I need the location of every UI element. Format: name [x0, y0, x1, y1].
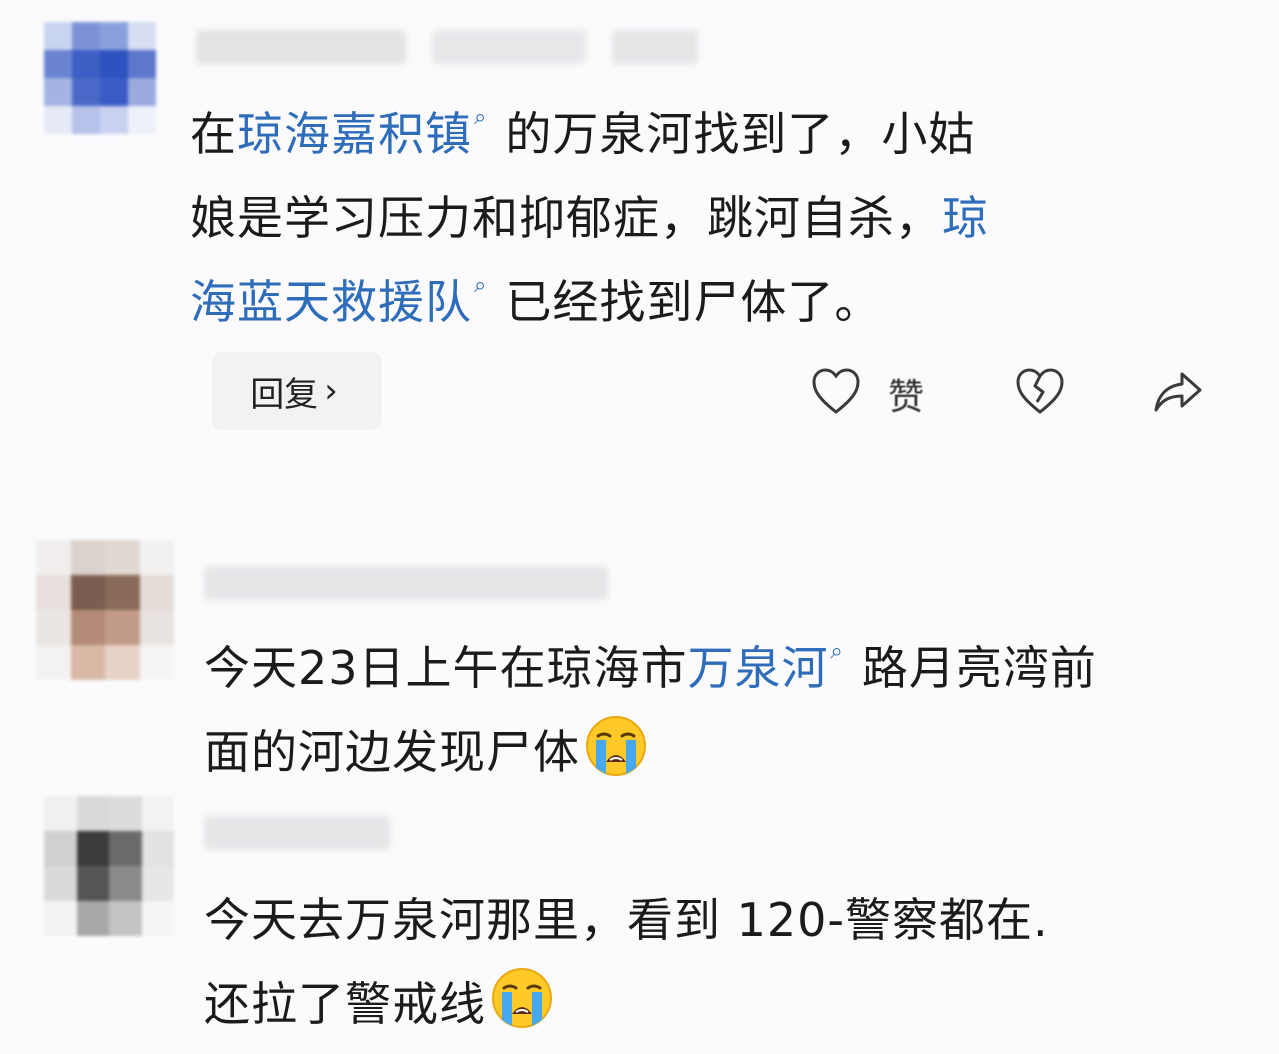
- text-segment: 的万泉河找到了，小姑: [505, 107, 976, 161]
- text-segment: 在: [190, 107, 237, 161]
- avatar[interactable]: [44, 796, 174, 936]
- avatar[interactable]: [44, 22, 156, 134]
- search-icon: ⌕: [474, 273, 488, 298]
- comment-2: 今天23日上午在琼海市万泉河⌕ 路月亮湾前 面的河边发现尸体: [0, 530, 1279, 810]
- topic-link[interactable]: 琼: [942, 191, 989, 245]
- text-segment: 已经找到尸体了。: [505, 275, 882, 329]
- comment-1: 在琼海嘉积镇⌕ 的万泉河找到了，小姑 娘是学习压力和抑郁症，跳河自杀，琼 海蓝天救…: [0, 0, 1279, 450]
- avatar[interactable]: [36, 540, 174, 680]
- heart-icon[interactable]: [808, 364, 864, 420]
- username-blurred: [612, 30, 698, 64]
- broken-heart-icon[interactable]: [1012, 364, 1068, 420]
- comment-text: 今天23日上午在琼海市万泉河⌕ 路月亮湾前 面的河边发现尸体: [204, 626, 1097, 794]
- text-segment: 还拉了警戒线: [204, 977, 486, 1031]
- username-blurred[interactable]: [204, 566, 608, 600]
- crying-face-icon: [586, 716, 646, 776]
- search-icon: ⌕: [830, 639, 844, 664]
- comment-3: 今天去万泉河那里，看到 120-警察都在. 还拉了警戒线: [0, 786, 1279, 1054]
- comment-actions: 回复 › 赞: [0, 352, 1279, 432]
- text-segment: 面的河边发现尸体: [204, 725, 580, 779]
- text-segment: 娘是学习压力和抑郁症，跳河自杀，: [190, 191, 942, 245]
- topic-link[interactable]: 海蓝天救援队: [190, 275, 472, 329]
- share-icon[interactable]: [1150, 364, 1206, 420]
- chevron-right-icon: ›: [324, 371, 338, 411]
- reply-label: 回复: [250, 374, 319, 415]
- comment-text: 今天去万泉河那里，看到 120-警察都在. 还拉了警戒线: [204, 878, 1049, 1046]
- topic-link[interactable]: 琼海嘉积镇: [237, 107, 472, 161]
- text-segment: 今天去万泉河那里，看到 120-警察都在.: [204, 893, 1049, 947]
- topic-link[interactable]: 万泉河: [688, 641, 829, 695]
- text-segment: 路月亮湾前: [861, 641, 1097, 695]
- like-label[interactable]: 赞: [888, 368, 924, 420]
- username-blurred: [432, 30, 586, 64]
- search-icon: ⌕: [474, 105, 488, 130]
- crying-face-icon: [492, 968, 552, 1028]
- comment-text: 在琼海嘉积镇⌕ 的万泉河找到了，小姑 娘是学习压力和抑郁症，跳河自杀，琼 海蓝天救…: [190, 92, 989, 344]
- username-blurred[interactable]: [196, 30, 406, 64]
- text-segment: 今天23日上午在琼海市: [204, 641, 688, 695]
- username-blurred[interactable]: [204, 816, 390, 850]
- reply-button[interactable]: 回复 ›: [212, 352, 382, 430]
